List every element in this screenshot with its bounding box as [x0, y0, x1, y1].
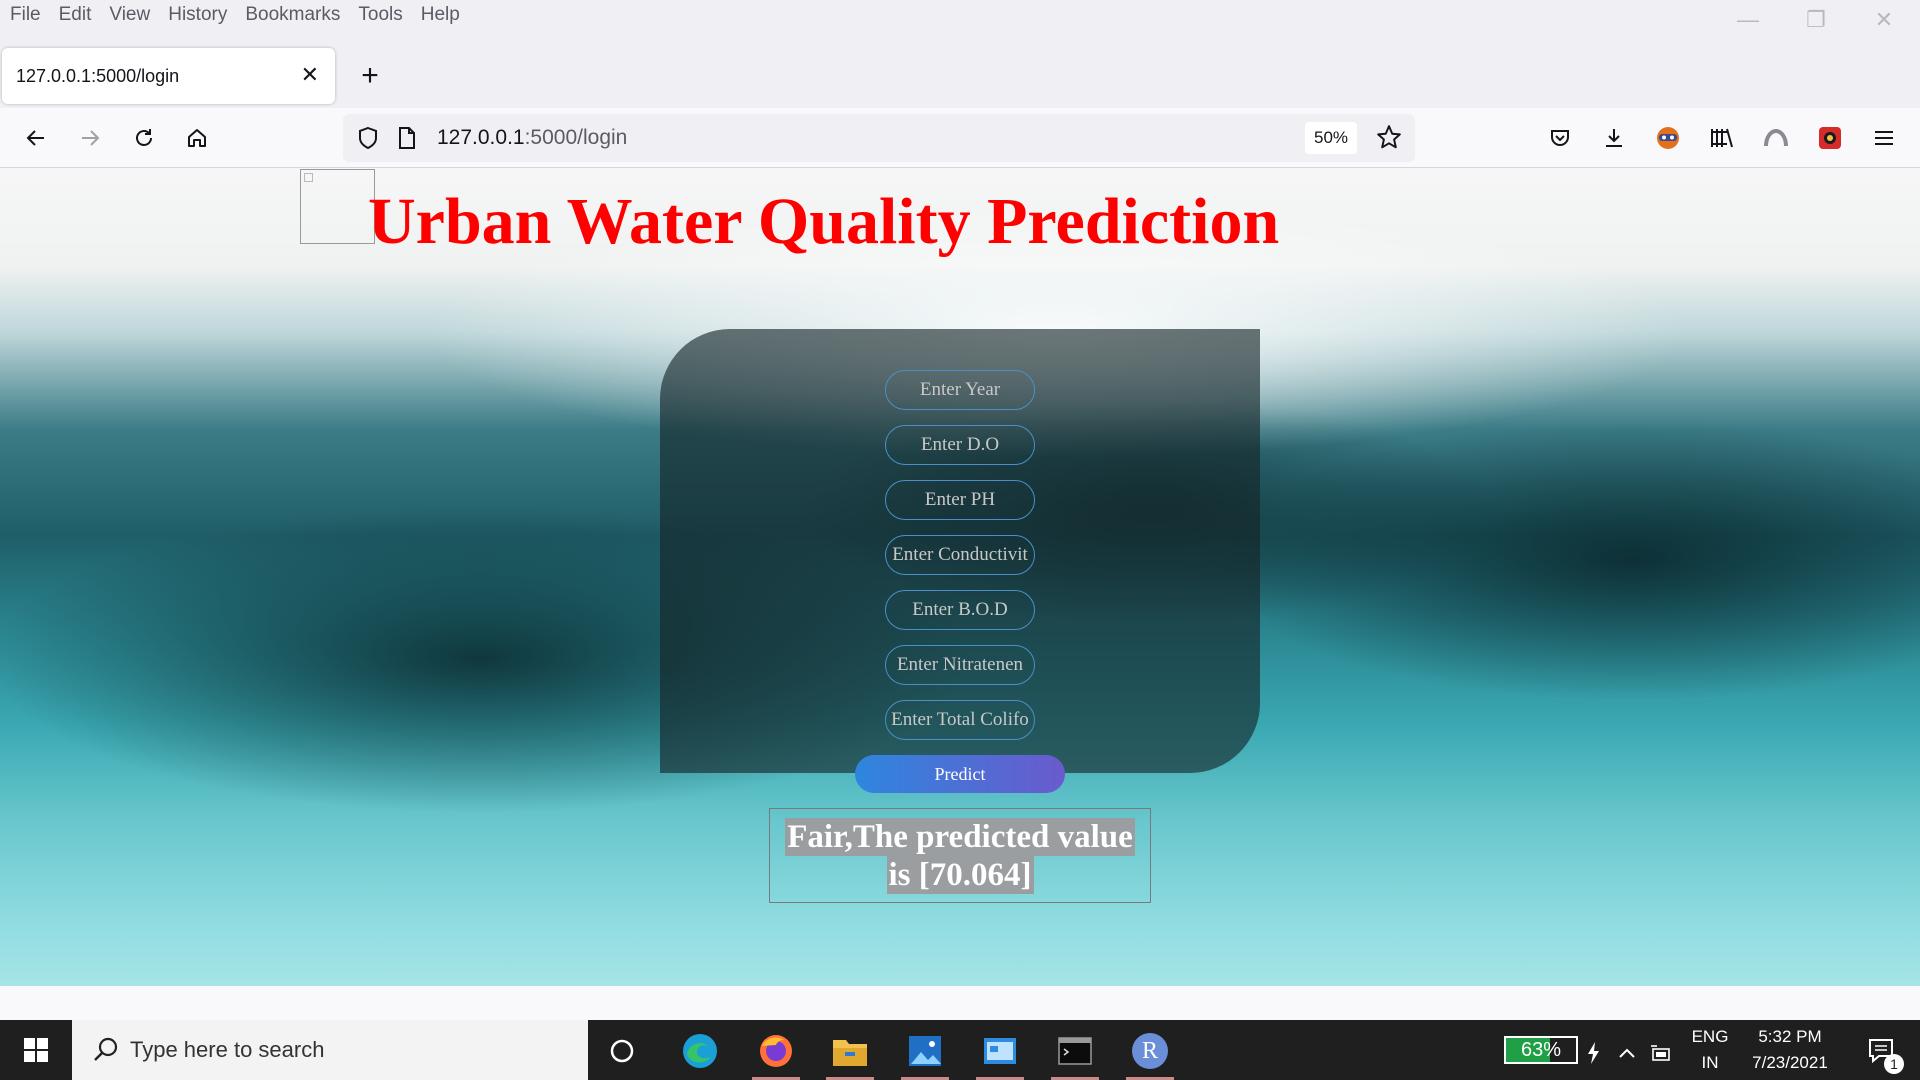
extension-mask-icon[interactable] [1648, 118, 1688, 158]
total-coliform-input[interactable]: Enter Total Colifo [885, 700, 1035, 740]
clock-date: 7/23/2021 [1752, 1053, 1828, 1072]
menu-tools[interactable]: Tools [358, 4, 402, 26]
tab-strip: 127.0.0.1:5000/login ✕ + [0, 30, 1920, 108]
shield-icon[interactable] [357, 126, 379, 155]
bookmark-star-icon[interactable] [1376, 124, 1402, 155]
windows-start-icon[interactable] [0, 1020, 72, 1080]
library-icon[interactable] [1702, 118, 1742, 158]
url-path: :5000/login [524, 126, 628, 149]
charging-icon [1578, 1030, 1608, 1076]
cortana-icon[interactable] [590, 1028, 654, 1074]
bod-input[interactable]: Enter B.O.D [885, 590, 1035, 630]
menu-history[interactable]: History [168, 4, 227, 26]
firefox-taskbar-icon[interactable] [744, 1028, 808, 1080]
network-icon[interactable] [1646, 1030, 1676, 1076]
taskbar-search-box[interactable]: Type here to search [72, 1020, 588, 1080]
battery-percent: 63% [1520, 1039, 1562, 1061]
language-bottom: IN [1701, 1053, 1719, 1072]
language-indicator[interactable]: ENG IN [1688, 1024, 1732, 1076]
new-tab-icon[interactable]: + [352, 58, 388, 94]
account-icon[interactable] [1756, 118, 1796, 158]
pocket-icon[interactable] [1540, 118, 1580, 158]
menu-bookmarks[interactable]: Bookmarks [245, 4, 340, 26]
terminal-icon[interactable] [1043, 1028, 1107, 1080]
r-app-letter: R [1132, 1033, 1168, 1069]
tab-close-icon[interactable]: ✕ [301, 62, 319, 88]
page-content: Urban Water Quality Prediction Enter Yea… [0, 168, 1920, 986]
notification-count: 1 [1884, 1054, 1904, 1074]
address-bar[interactable]: 127.0.0.1:5000/login 50% [343, 114, 1415, 162]
tab-login[interactable]: 127.0.0.1:5000/login ✕ [2, 48, 335, 104]
menu-help[interactable]: Help [421, 4, 460, 26]
notifications-icon[interactable]: 1 [1852, 1028, 1912, 1074]
page-icon[interactable] [397, 126, 417, 155]
taskbar: Type here to search R 63% ENG IN 5:32 PM… [0, 1020, 1920, 1080]
control-panel-icon[interactable] [968, 1028, 1032, 1080]
prediction-result: Fair,The predicted value is [70.064] [769, 808, 1151, 903]
clock[interactable]: 5:32 PM 7/23/2021 [1740, 1024, 1840, 1076]
menu-view[interactable]: View [109, 4, 150, 26]
broken-image-icon [300, 169, 375, 244]
edge-icon[interactable] [668, 1028, 732, 1074]
search-placeholder: Type here to search [130, 1037, 325, 1062]
menu-file[interactable]: File [10, 4, 41, 26]
forward-icon[interactable] [70, 118, 110, 158]
do-input[interactable]: Enter D.O [885, 425, 1035, 465]
downloads-icon[interactable] [1594, 118, 1634, 158]
page-title: Urban Water Quality Prediction [368, 185, 1280, 258]
battery-indicator[interactable]: 63% [1504, 1036, 1578, 1064]
conductivity-input[interactable]: Enter Conductivit [885, 535, 1035, 575]
url-text[interactable]: 127.0.0.1:5000/login [437, 126, 627, 150]
nitrate-input[interactable]: Enter Nitratenen [885, 645, 1035, 685]
year-input[interactable]: Enter Year [885, 370, 1035, 410]
menu-bar: File Edit View History Bookmarks Tools H… [0, 0, 1920, 30]
zoom-level-button[interactable]: 50% [1305, 122, 1357, 154]
result-text-line-1: Fair,The predicted value [785, 817, 1135, 856]
predict-button[interactable]: Predict [855, 755, 1065, 793]
tab-title: 127.0.0.1:5000/login [16, 65, 180, 86]
reload-icon[interactable] [124, 118, 164, 158]
menu-edit[interactable]: Edit [59, 4, 92, 26]
chevron-up-icon[interactable] [1612, 1030, 1642, 1076]
extension-red-icon[interactable] [1810, 118, 1850, 158]
r-app-icon[interactable]: R [1118, 1028, 1182, 1080]
search-icon [92, 1036, 120, 1070]
photos-icon[interactable] [893, 1028, 957, 1080]
file-explorer-icon[interactable] [818, 1028, 882, 1080]
back-icon[interactable] [16, 118, 56, 158]
clock-time: 5:32 PM [1758, 1027, 1822, 1046]
url-host: 127.0.0.1 [437, 126, 525, 149]
ph-input[interactable]: Enter PH [885, 480, 1035, 520]
result-text-line-2: is [70.064] [886, 855, 1034, 894]
hamburger-menu-icon[interactable] [1864, 118, 1904, 158]
language-top: ENG [1691, 1027, 1729, 1046]
home-icon[interactable] [177, 118, 217, 158]
nav-bar: 127.0.0.1:5000/login 50% [0, 108, 1920, 168]
